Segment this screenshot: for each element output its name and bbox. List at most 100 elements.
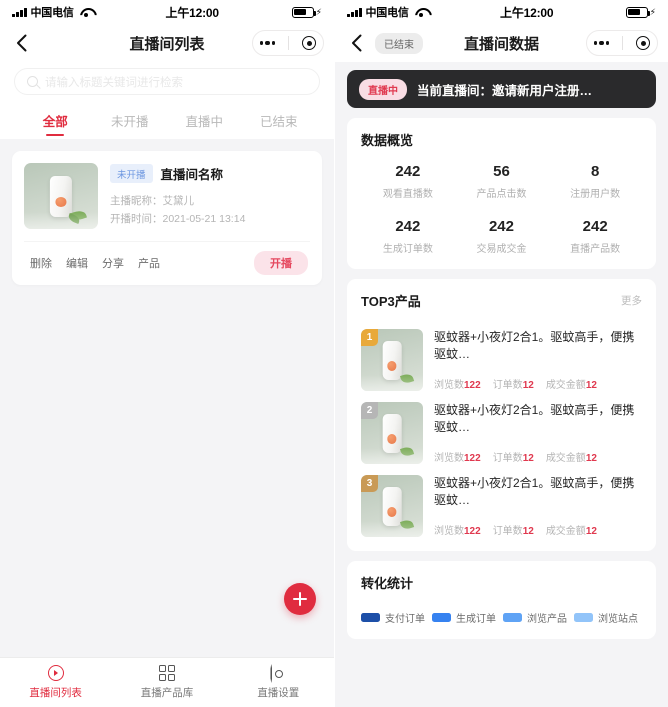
product-accent-dot: [55, 197, 67, 208]
product-row[interactable]: 1 驱蚊器+小夜灯2合1。驱蚊高手，便携驱蚊… 浏览数122 订单数12 成交金…: [361, 318, 642, 391]
miniprogram-capsule[interactable]: [586, 30, 658, 56]
status-bar-left-right-screen: 中国电信: [347, 4, 428, 20]
overview-stat-grid: 242 观看直播数 56 产品点击数 8 注册用户数 242 生成订单数 242…: [361, 157, 642, 255]
search-input[interactable]: 请输入标题关键词进行检索: [14, 68, 320, 95]
tabbar-label-settings: 直播设置: [257, 687, 300, 699]
tabbar-item-product-library[interactable]: 直播产品库: [111, 658, 222, 707]
banner-text: 当前直播间：邀请新用户注册…: [417, 83, 593, 98]
thumbnail-gradient: [361, 374, 423, 391]
legend-label: 浏览产品: [527, 614, 567, 625]
tab-live[interactable]: 直播中: [167, 105, 242, 139]
wifi-icon: [80, 7, 93, 17]
conversion-header: 转化统计: [361, 573, 642, 592]
product-row[interactable]: 2 驱蚊器+小夜灯2合1。驱蚊高手，便携驱蚊… 浏览数122 订单数12 成交金…: [361, 391, 642, 464]
product-info: 驱蚊器+小夜灯2合1。驱蚊高手，便携驱蚊… 浏览数122 订单数12 成交金额1…: [434, 475, 642, 537]
add-room-fab[interactable]: [284, 583, 316, 615]
room-action-row: 删除 编辑 分享 产品 开播: [24, 241, 310, 285]
bottom-tab-bar: 直播间列表 直播产品库 直播设置: [0, 657, 334, 707]
tabbar-item-room-list[interactable]: 直播间列表: [0, 658, 111, 707]
status-bar-left: 中国电信: [12, 4, 93, 20]
back-button[interactable]: [345, 32, 367, 54]
product-orders: 订单数12: [492, 380, 534, 391]
live-room-card[interactable]: 未开播 直播间名称 主播昵称：艾黛儿 开播时间：2021-05-21 13:14…: [12, 151, 322, 285]
legend-swatch: [574, 613, 593, 622]
right-phone-screen: 中国电信 上午12:00 ⚡ 已结束 直播间数据 直播中 当前直播间：邀请新用户…: [334, 0, 668, 707]
stat-product-clicks: 56 产品点击数: [455, 157, 549, 200]
search-section: 请输入标题关键词进行检索: [0, 62, 334, 103]
product-title: 驱蚊器+小夜灯2合1。驱蚊高手，便携驱蚊…: [434, 403, 635, 435]
overview-title: 数据概览: [361, 133, 414, 148]
room-info: 未开播 直播间名称 主播昵称：艾黛儿 开播时间：2021-05-21 13:14: [110, 163, 310, 229]
room-name: 直播间名称: [160, 168, 224, 182]
left-nav-bar: 直播间列表: [0, 24, 334, 62]
left-phone-screen: 中国电信 上午12:00 ⚡ 直播间列表 请输入标题关键词进行检索 全部 未开播…: [0, 0, 334, 707]
miniprogram-capsule[interactable]: [252, 30, 324, 56]
live-play-icon: [47, 665, 64, 681]
target-icon[interactable]: [636, 36, 651, 50]
products-action[interactable]: 产品: [138, 255, 174, 271]
legend-viewed-products: 浏览产品: [503, 610, 567, 625]
ellipsis-icon[interactable]: [593, 40, 610, 46]
ellipsis-icon[interactable]: [259, 40, 276, 46]
delete-action[interactable]: 删除: [26, 255, 66, 271]
status-bar-time: 上午12:00: [165, 5, 219, 20]
charging-bolt-icon: ⚡: [649, 6, 656, 17]
rank-badge: 2: [361, 402, 378, 419]
stat-viewers: 242 观看直播数: [361, 157, 455, 200]
product-row[interactable]: 3 驱蚊器+小夜灯2合1。驱蚊高手，便携驱蚊… 浏览数122 订单数12 成交金…: [361, 464, 642, 537]
settings-hex-icon: [270, 664, 286, 683]
start-time-value: 2021-05-21 13:14: [162, 213, 246, 226]
rank-badge: 3: [361, 475, 378, 492]
more-link[interactable]: 更多: [621, 293, 642, 308]
tabbar-label-product-library: 直播产品库: [140, 687, 194, 699]
top-products-header: TOP3产品 更多: [361, 291, 642, 310]
product-title: 驱蚊器+小夜灯2合1。驱蚊高手，便携驱蚊…: [434, 330, 635, 362]
product-stats: 浏览数122 订单数12 成交金额12: [434, 370, 642, 391]
room-card-top: 未开播 直播间名称 主播昵称：艾黛儿 开播时间：2021-05-21 13:14: [24, 163, 310, 241]
carrier-label: 中国电信: [365, 7, 409, 19]
product-orders: 订单数12: [492, 453, 534, 464]
room-header: 未开播 直播间名称: [110, 164, 310, 183]
tab-ended[interactable]: 已结束: [242, 105, 317, 139]
conversion-card: 转化统计 支付订单 生成订单 浏览产品 浏览站点: [347, 561, 656, 639]
current-live-banner[interactable]: 直播中 当前直播间：邀请新用户注册…: [347, 70, 656, 108]
stat-transaction-amount: 242 交易成交金: [455, 212, 549, 255]
edit-action[interactable]: 编辑: [66, 255, 102, 271]
host-name: 艾黛儿: [162, 195, 195, 207]
conversion-legend: 支付订单 生成订单 浏览产品 浏览站点: [361, 600, 642, 625]
product-info: 驱蚊器+小夜灯2合1。驱蚊高手，便携驱蚊… 浏览数122 订单数12 成交金额1…: [434, 329, 642, 391]
cellular-signal-icon: [347, 7, 362, 17]
product-thumbnail: 1: [361, 329, 423, 391]
product-info: 驱蚊器+小夜灯2合1。驱蚊高手，便携驱蚊… 浏览数122 订单数12 成交金额1…: [434, 402, 642, 464]
room-start-row: 开播时间：2021-05-21 13:14: [110, 210, 310, 228]
tab-not-started[interactable]: 未开播: [93, 105, 168, 139]
stat-label: 生成订单数: [382, 244, 433, 255]
target-icon[interactable]: [302, 36, 317, 50]
tabbar-label-room-list: 直播间列表: [29, 687, 82, 699]
share-action[interactable]: 分享: [102, 255, 138, 271]
dual-screen-stage: 中国电信 上午12:00 ⚡ 直播间列表 请输入标题关键词进行检索 全部 未开播…: [0, 0, 668, 707]
overview-header: 数据概览: [361, 130, 642, 149]
live-now-badge: 直播中: [359, 78, 407, 100]
search-icon: [27, 76, 38, 87]
grid-icon: [158, 665, 175, 681]
stat-label: 产品点击数: [476, 189, 527, 200]
status-bar: 中国电信 上午12:00 ⚡: [0, 0, 334, 24]
back-button[interactable]: [10, 32, 32, 54]
room-list-scroll: 未开播 直播间名称 主播昵称：艾黛儿 开播时间：2021-05-21 13:14…: [0, 139, 334, 657]
legend-swatch: [503, 613, 522, 622]
conversion-title: 转化统计: [361, 576, 414, 591]
tab-all[interactable]: 全部: [18, 105, 93, 139]
top-products-title: TOP3产品: [361, 294, 421, 309]
stat-label: 观看直播数: [382, 189, 433, 200]
legend-label: 支付订单: [385, 614, 425, 625]
legend-swatch: [432, 613, 451, 622]
go-live-button[interactable]: 开播: [254, 251, 308, 275]
capsule-divider: [622, 36, 624, 50]
tabbar-item-settings[interactable]: 直播设置: [223, 658, 334, 707]
rank-badge: 1: [361, 329, 378, 346]
stat-label: 注册用户数: [570, 189, 621, 200]
stat-registered-users: 8 注册用户数: [548, 157, 642, 200]
legend-paid-orders: 支付订单: [361, 610, 425, 625]
status-bar-time: 上午12:00: [500, 5, 554, 20]
